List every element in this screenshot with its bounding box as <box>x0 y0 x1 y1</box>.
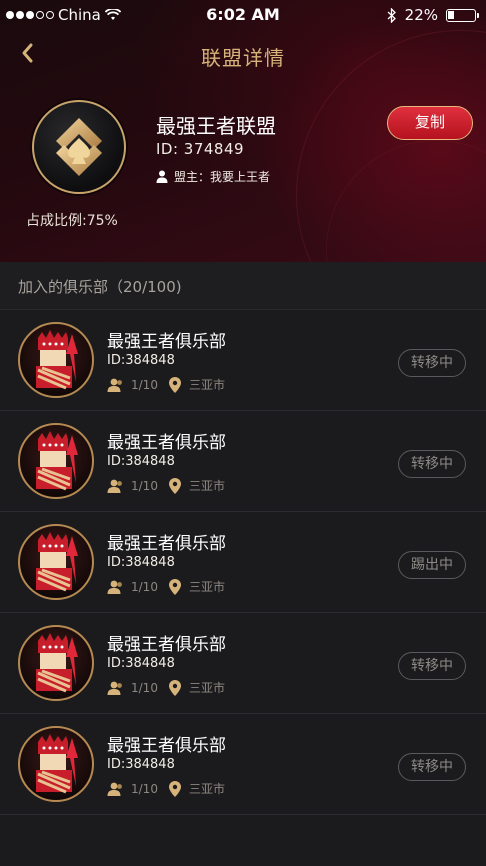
club-name: 最强王者俱乐部 <box>107 534 226 554</box>
union-logo <box>32 100 126 194</box>
club-meta: 1/10 三亚市 <box>107 578 225 595</box>
location-pin-icon <box>169 578 181 595</box>
members-icon <box>107 580 122 594</box>
members-icon <box>107 681 122 695</box>
club-city: 三亚市 <box>189 580 226 594</box>
member-count: 1/10 <box>131 478 158 493</box>
king-card-avatar-icon <box>36 532 78 592</box>
club-city: 三亚市 <box>189 479 226 493</box>
union-id: ID: 374849 <box>156 140 245 158</box>
status-button[interactable]: 转移中 <box>398 450 466 478</box>
club-avatar <box>18 625 94 701</box>
bluetooth-icon <box>387 7 396 23</box>
member-count: 1/10 <box>131 377 158 392</box>
members-icon <box>107 378 122 392</box>
members-icon <box>107 782 122 796</box>
union-owner: 盟主：我要上王者 <box>156 168 270 185</box>
club-list-item[interactable]: 最强王者俱乐部 ID:384848 1/10 三亚市 转移中 <box>0 310 486 411</box>
club-list-item[interactable]: 最强王者俱乐部 ID:384848 1/10 三亚市 转移中 <box>0 714 486 815</box>
share-ratio: 占成比例:75% <box>26 213 118 229</box>
club-avatar <box>18 524 94 600</box>
club-avatar <box>18 726 94 802</box>
status-button[interactable]: 转移中 <box>398 753 466 781</box>
club-meta: 1/10 三亚市 <box>107 477 225 494</box>
club-id: ID:384848 <box>107 454 175 469</box>
status-button[interactable]: 转移中 <box>398 349 466 377</box>
club-avatar <box>18 322 94 398</box>
location-pin-icon <box>169 477 181 494</box>
club-name: 最强王者俱乐部 <box>107 635 226 655</box>
king-card-avatar-icon <box>36 633 78 693</box>
clubs-section-header: 加入的俱乐部（20/100) <box>0 262 486 310</box>
club-list: 最强王者俱乐部 ID:384848 1/10 三亚市 转移中 最强王者俱乐部 I… <box>0 310 486 815</box>
union-name: 最强王者联盟 <box>156 114 276 138</box>
union-header: China 6:02 AM 22% 联盟详情 占成比例:75% 最强王者联盟 I… <box>0 0 486 262</box>
member-count: 1/10 <box>131 680 158 695</box>
club-name: 最强王者俱乐部 <box>107 433 226 453</box>
club-name: 最强王者俱乐部 <box>107 736 226 756</box>
club-city: 三亚市 <box>189 681 226 695</box>
location-pin-icon <box>169 376 181 393</box>
owner-label: 盟主：我要上王者 <box>174 170 271 184</box>
location-pin-icon <box>169 780 181 797</box>
copy-button[interactable]: 复制 <box>387 106 473 140</box>
status-right: 22% <box>387 6 479 24</box>
spade-diamond-logo-icon <box>56 118 102 176</box>
member-count: 1/10 <box>131 579 158 594</box>
location-pin-icon <box>169 679 181 696</box>
battery-percent: 22% <box>404 6 438 24</box>
status-button[interactable]: 踢出中 <box>398 551 466 579</box>
status-button[interactable]: 转移中 <box>398 652 466 680</box>
club-id: ID:384848 <box>107 555 175 570</box>
king-card-avatar-icon <box>36 431 78 491</box>
member-count: 1/10 <box>131 781 158 796</box>
page-title: 联盟详情 <box>201 46 285 70</box>
club-id: ID:384848 <box>107 353 175 368</box>
person-icon <box>156 170 168 183</box>
club-meta: 1/10 三亚市 <box>107 376 225 393</box>
club-city: 三亚市 <box>189 378 226 392</box>
club-id: ID:384848 <box>107 656 175 671</box>
club-name: 最强王者俱乐部 <box>107 332 226 352</box>
club-list-item[interactable]: 最强王者俱乐部 ID:384848 1/10 三亚市 转移中 <box>0 613 486 714</box>
battery-icon <box>446 8 479 22</box>
club-meta: 1/10 三亚市 <box>107 780 225 797</box>
club-id: ID:384848 <box>107 757 175 772</box>
club-list-item[interactable]: 最强王者俱乐部 ID:384848 1/10 三亚市 转移中 <box>0 411 486 512</box>
club-city: 三亚市 <box>189 782 226 796</box>
club-avatar <box>18 423 94 499</box>
nav-bar: 联盟详情 <box>0 30 486 78</box>
members-icon <box>107 479 122 493</box>
status-bar: China 6:02 AM 22% <box>0 0 486 30</box>
section-title: 加入的俱乐部（20/100) <box>18 278 182 296</box>
king-card-avatar-icon <box>36 734 78 794</box>
club-meta: 1/10 三亚市 <box>107 679 225 696</box>
king-card-avatar-icon <box>36 330 78 390</box>
club-list-item[interactable]: 最强王者俱乐部 ID:384848 1/10 三亚市 踢出中 <box>0 512 486 613</box>
